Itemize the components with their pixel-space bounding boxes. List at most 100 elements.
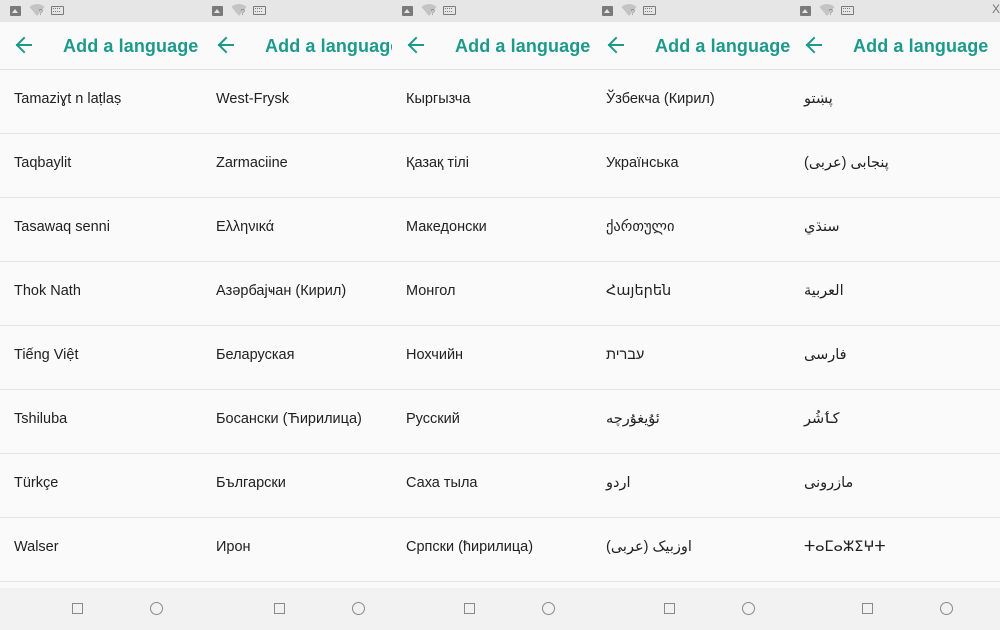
keyboard-icon <box>51 6 64 15</box>
language-name: Հայերեն <box>606 283 672 299</box>
language-name: Қазақ тілі <box>406 155 469 171</box>
app-bar: Add a language <box>392 22 592 70</box>
app-bar: Add a language <box>790 22 1000 70</box>
keyboard-icon <box>841 6 854 15</box>
recents-square-icon[interactable] <box>464 603 475 614</box>
language-name: Tiếng Việt <box>14 347 79 363</box>
language-list: پښتو پنجابی (عربی) سنڌي العربية فارسی کٲشُر ما… <box>790 70 1000 582</box>
wifi-icon: ? <box>231 2 247 18</box>
language-list-item[interactable]: مازرونی <box>790 454 1000 518</box>
language-list-item[interactable]: Қазақ тілі <box>392 134 592 198</box>
language-list-item[interactable]: Thok Nath <box>0 262 202 326</box>
language-list-item[interactable]: فارسی <box>790 326 1000 390</box>
language-list-item[interactable]: Македонски <box>392 198 592 262</box>
back-arrow-icon[interactable] <box>606 34 626 56</box>
svg-text:?: ? <box>431 8 436 17</box>
language-list-item[interactable]: Українська <box>592 134 790 198</box>
language-name: العربية <box>804 283 844 299</box>
status-bar: ? X <box>790 0 1000 22</box>
home-circle-icon[interactable] <box>742 602 755 615</box>
language-list-item[interactable]: Walser <box>0 518 202 582</box>
language-name: Ελληνικά <box>216 219 275 235</box>
page-title: Add a language <box>63 36 199 56</box>
language-name: Азәрбајҹан (Кирил) <box>216 283 347 299</box>
language-name: Русский <box>406 411 460 427</box>
home-circle-icon[interactable] <box>940 602 953 615</box>
language-list-item[interactable]: Ирон <box>202 518 392 582</box>
language-list-screen: ? Add a language Ўзбекча (Кирил) Українська… <box>592 0 790 630</box>
back-arrow-icon[interactable] <box>406 34 426 56</box>
status-bar: ? <box>592 0 790 22</box>
language-list-item[interactable]: ქართული <box>592 198 790 262</box>
recents-square-icon[interactable] <box>664 603 675 614</box>
language-list-item[interactable]: Հայերեն <box>592 262 790 326</box>
wifi-icon: ? <box>621 2 637 18</box>
wifi-icon: ? <box>29 2 45 18</box>
language-list-item[interactable]: עברית <box>592 326 790 390</box>
navigation-bar <box>202 588 392 630</box>
language-list-item[interactable]: West-Frysk <box>202 70 392 134</box>
status-bar: ? <box>0 0 202 22</box>
back-arrow-icon[interactable] <box>804 34 824 56</box>
language-name: Монгол <box>406 283 456 299</box>
language-list: Tamaziɣt n laṭlaṣ Taqbaylit Tasawaq senni T… <box>0 70 202 582</box>
navigation-bar <box>790 588 1000 630</box>
edge-glyph: X <box>991 2 1000 16</box>
language-list-item[interactable]: کٲشُر <box>790 390 1000 454</box>
language-list: West-Frysk Zarmaciine Ελληνικά Азәрбајҹан (… <box>202 70 392 582</box>
language-list-item[interactable]: Tshiluba <box>0 390 202 454</box>
language-list-item[interactable]: اوزبیک (عربی) <box>592 518 790 582</box>
recents-square-icon[interactable] <box>862 603 873 614</box>
language-list-item[interactable]: پښتو <box>790 70 1000 134</box>
language-list-item[interactable]: Български <box>202 454 392 518</box>
home-circle-icon[interactable] <box>352 602 365 615</box>
language-list-item[interactable]: Азәрбајҹан (Кирил) <box>202 262 392 326</box>
language-name: اردو <box>606 475 631 491</box>
image-icon <box>602 6 613 16</box>
language-list-item[interactable]: پنجابی (عربی) <box>790 134 1000 198</box>
keyboard-icon <box>643 6 656 15</box>
language-list-item[interactable]: سنڌي <box>790 198 1000 262</box>
svg-text:?: ? <box>631 8 636 17</box>
language-list-item[interactable]: اردو <box>592 454 790 518</box>
language-list-item[interactable]: Босански (Ћирилица) <box>202 390 392 454</box>
recents-square-icon[interactable] <box>72 603 83 614</box>
language-list-item[interactable]: Ελληνικά <box>202 198 392 262</box>
home-circle-icon[interactable] <box>150 602 163 615</box>
language-name: Ирон <box>216 539 251 555</box>
page-title: Add a language <box>853 36 989 56</box>
status-bar: ? <box>202 0 392 22</box>
language-name: Tasawaq senni <box>14 219 110 235</box>
svg-text:?: ? <box>241 8 246 17</box>
home-circle-icon[interactable] <box>542 602 555 615</box>
language-name: Zarmaciine <box>216 155 288 171</box>
language-list-item[interactable]: Русский <box>392 390 592 454</box>
language-list-item[interactable]: ⵜⴰⵎⴰⵣⵉⵖⵜ <box>790 518 1000 582</box>
language-list-item[interactable]: Taqbaylit <box>0 134 202 198</box>
language-list-item[interactable]: Монгол <box>392 262 592 326</box>
language-name: West-Frysk <box>216 91 290 107</box>
language-name: עברית <box>606 347 645 363</box>
keyboard-icon <box>443 6 456 15</box>
language-list-item[interactable]: Tasawaq senni <box>0 198 202 262</box>
back-arrow-icon[interactable] <box>216 34 236 56</box>
language-list-item[interactable]: Ўзбекча (Кирил) <box>592 70 790 134</box>
language-list-item[interactable]: Zarmaciine <box>202 134 392 198</box>
wifi-icon: ? <box>819 2 835 18</box>
language-list-screen: ? X Add a language پښتو پنجابی (عربی) سنڌي الع… <box>790 0 1000 630</box>
keyboard-icon <box>253 6 266 15</box>
back-arrow-icon[interactable] <box>14 34 34 56</box>
recents-square-icon[interactable] <box>274 603 285 614</box>
language-list-item[interactable]: Tiếng Việt <box>0 326 202 390</box>
language-list-item[interactable]: Кыргызча <box>392 70 592 134</box>
language-list-item[interactable]: العربية <box>790 262 1000 326</box>
language-list: Кыргызча Қазақ тілі Македонски Монгол Нохчий… <box>392 70 592 582</box>
language-list-item[interactable]: Српски (ћирилица) <box>392 518 592 582</box>
language-list-item[interactable]: Саха тыла <box>392 454 592 518</box>
language-list-item[interactable]: Tamaziɣt n laṭlaṣ <box>0 70 202 134</box>
language-list-item[interactable]: Türkçe <box>0 454 202 518</box>
language-list-item[interactable]: ئۇيغۇرچە <box>592 390 790 454</box>
language-list-item[interactable]: Нохчийн <box>392 326 592 390</box>
language-list-item[interactable]: Беларуская <box>202 326 392 390</box>
language-name: Taqbaylit <box>14 155 72 171</box>
